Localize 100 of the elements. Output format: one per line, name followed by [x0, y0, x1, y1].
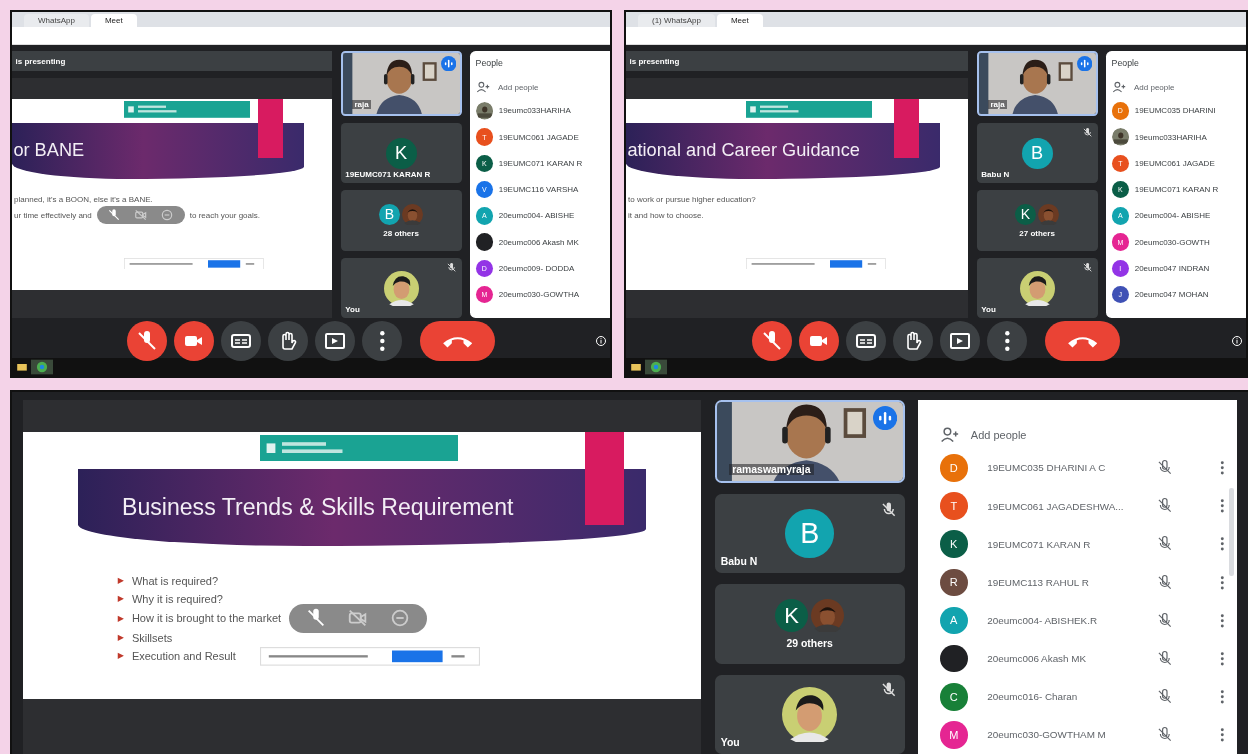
participant-name: raja	[988, 100, 1008, 110]
bullet-icon	[116, 576, 125, 585]
add-people-button[interactable]: Add people	[1111, 77, 1246, 98]
mic-off-icon[interactable]	[107, 208, 122, 223]
more-button[interactable]	[987, 321, 1028, 361]
browser-icon[interactable]	[31, 359, 53, 375]
slide-text: ur time effectively and	[14, 210, 92, 220]
participant-item[interactable]: 20eumc006 Akash MK	[940, 639, 1237, 678]
scrollbar[interactable]	[1229, 487, 1234, 576]
participant-tile[interactable]: ramaswamyraja	[714, 399, 905, 483]
avatar: B	[1021, 137, 1053, 169]
participant-item[interactable]: 20eumc006 Akash MK	[475, 229, 610, 256]
participant-item[interactable]: M 20eumc030-GOWTHAM M	[940, 715, 1237, 754]
hangup-button[interactable]	[1045, 321, 1120, 361]
more-options-icon[interactable]	[1219, 573, 1226, 592]
avatar: R	[940, 568, 968, 597]
captions-button[interactable]	[846, 321, 887, 361]
participant-item[interactable]: R 19EUMC113 RAHUL R	[940, 563, 1237, 602]
add-people-button[interactable]: Add people	[940, 421, 1237, 449]
panel-title: People	[1111, 58, 1140, 69]
more-button[interactable]	[362, 321, 403, 361]
participant-name: 28 others	[383, 228, 419, 238]
avatar: M	[940, 721, 968, 749]
bullet-icon	[116, 633, 125, 642]
participant-item[interactable]: A 20eumc004- ABISHEK.R	[940, 601, 1237, 640]
more-options-icon[interactable]	[1219, 726, 1226, 744]
participant-tile[interactable]: You	[714, 674, 905, 754]
participant-tile[interactable]: B 28 others	[340, 190, 462, 251]
camera-button[interactable]	[174, 321, 215, 361]
participant-name: You	[981, 304, 996, 314]
more-options-icon[interactable]	[1219, 459, 1226, 477]
participant-name: Babu N	[981, 169, 1010, 179]
avatar: K	[940, 530, 968, 558]
slide-text: How it is brought to the market	[131, 612, 282, 625]
participant-item[interactable]: 19eumc033HARIHA	[1111, 124, 1246, 151]
slide-accent	[257, 98, 284, 159]
hand-button[interactable]	[893, 321, 934, 361]
slide-accent	[893, 98, 920, 159]
participant-tile[interactable]: B Babu N	[714, 494, 905, 574]
folder-icon[interactable]	[630, 361, 642, 373]
participant-name: 19EUMC071 KARAN R	[345, 169, 431, 179]
participant-item[interactable]: T 19EUMC061 JAGADESHWA...	[940, 487, 1237, 526]
bullet-icon	[116, 595, 125, 603]
more-options-icon[interactable]	[1219, 497, 1226, 515]
avatar: D	[940, 454, 968, 482]
participant-tile[interactable]: You	[340, 257, 462, 319]
browser-tab[interactable]: Meet	[90, 14, 137, 27]
more-options-icon[interactable]	[1219, 649, 1226, 668]
add-people-button[interactable]: Add people	[475, 77, 610, 98]
participant-tile[interactable]: raja	[340, 51, 462, 116]
avatar: T	[940, 492, 968, 520]
bullet-icon	[116, 652, 125, 660]
slide-text: Execution and Result	[131, 650, 236, 663]
present-button[interactable]	[315, 321, 356, 361]
more-options-icon	[379, 329, 386, 353]
folder-icon[interactable]	[16, 361, 28, 373]
slide-text: Why it is required?	[131, 593, 223, 606]
participant-name: ramaswamyraja	[729, 463, 814, 475]
participant-tile[interactable]: K 29 others	[714, 584, 905, 664]
info-icon[interactable]	[1230, 335, 1243, 347]
avatar: B	[785, 509, 834, 558]
participant-tile[interactable]: You	[976, 257, 1098, 319]
mic-button[interactable]	[752, 321, 793, 361]
camera-button[interactable]	[799, 321, 840, 361]
participant-item[interactable]: 19eumc033HARIHA	[475, 97, 610, 125]
more-options-icon[interactable]	[1219, 535, 1226, 553]
participant-tile[interactable]: K 19EUMC071 KARAN R	[340, 122, 462, 184]
participant-tile[interactable]: B Babu N	[976, 122, 1098, 184]
add-person-icon	[1111, 80, 1126, 95]
participant-name: 27 others	[1019, 228, 1055, 238]
browser-tab[interactable]: (1) WhatsApp	[638, 14, 715, 27]
slide-text: Skillsets	[131, 631, 173, 644]
avatar: K	[385, 137, 417, 169]
hangup-button[interactable]	[420, 321, 495, 361]
presenter-label: is presenting	[629, 56, 680, 66]
browser-tab[interactable]: Meet	[716, 14, 763, 27]
participant-name: You	[720, 736, 740, 748]
avatar: C	[940, 683, 968, 711]
participant-name: You	[345, 304, 360, 314]
slide-text: What is required?	[131, 574, 219, 587]
participant-item[interactable]: C 20eumc016- Charan	[940, 677, 1237, 716]
bullet-icon	[116, 614, 125, 623]
more-options-icon[interactable]	[1219, 611, 1226, 630]
present-button[interactable]	[940, 321, 981, 361]
participant-name: raja	[352, 100, 372, 110]
mic-button[interactable]	[127, 321, 168, 361]
participant-tile[interactable]: raja	[976, 51, 1098, 116]
slide-text: to reach your goals.	[189, 210, 260, 220]
more-options-icon[interactable]	[1219, 687, 1226, 706]
add-person-icon	[475, 80, 490, 95]
participant-item[interactable]: D 19EUMC035 DHARINI A C	[940, 448, 1237, 487]
panel-title: People	[475, 58, 504, 69]
info-icon[interactable]	[594, 335, 607, 347]
hand-button[interactable]	[268, 321, 309, 361]
slide-text: planned, it's a BOON, else it's a BANE.	[14, 195, 153, 205]
participant-tile[interactable]: K 27 others	[976, 190, 1098, 251]
browser-icon[interactable]	[645, 359, 667, 375]
participant-item[interactable]: K 19EUMC071 KARAN R	[940, 525, 1237, 564]
browser-tab[interactable]: WhatsApp	[24, 14, 89, 27]
captions-button[interactable]	[221, 321, 262, 361]
